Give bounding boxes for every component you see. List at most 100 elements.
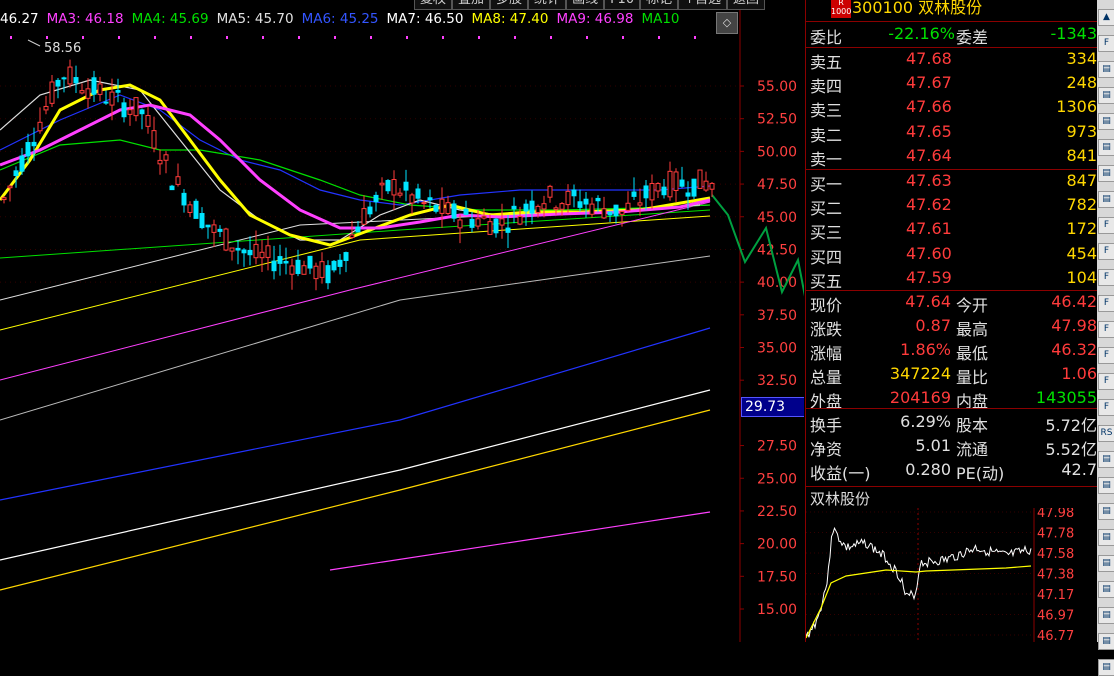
caret-up-icon[interactable]: ▲ [1098,9,1114,26]
chart-icon[interactable]: ▤ [1098,659,1114,676]
candle-body [265,245,271,258]
f-icon[interactable]: F [1098,321,1114,338]
chart-toolbar-button[interactable]: F10 [604,0,641,10]
sell-row[interactable]: 卖一 47.64 841 [806,145,1101,169]
mini-axis-label: 46.97 [1037,609,1074,624]
sell-volume: 841 [1066,145,1097,165]
f-icon[interactable]: F [1098,295,1114,312]
f-icon[interactable]: F [1098,399,1114,416]
ma-line-thick [0,83,711,247]
sell-row[interactable]: 卖四 47.67 248 [806,73,1101,96]
buy-volume: 172 [1066,219,1097,239]
kline-canvas[interactable]: 55.00 52.50 50.00 47.50 45.00 42.50 40.00 37.50… [0,0,804,642]
sell-row[interactable]: 卖二 47.65 973 [806,122,1101,145]
diamond-icon[interactable]: ◇ [716,12,738,34]
candle-body [445,202,451,214]
price-axis-label: 27.50 [757,439,797,455]
candle-body [181,192,187,206]
kline-chart[interactable]: 55.00 52.50 50.00 47.50 45.00 42.50 40.00 37.50… [0,0,804,642]
sell-price: 47.67 [906,73,952,93]
buy-price: 47.61 [906,219,952,239]
buy-price: 47.60 [906,243,952,263]
sell-price: 47.66 [906,97,952,117]
f-icon[interactable]: F [1098,269,1114,286]
ma-line-long [329,511,711,571]
buy-label: 买一 [810,175,843,194]
chart-icon[interactable]: ▤ [1098,113,1114,130]
f-icon[interactable]: F [1098,217,1114,234]
ma-legend: 46.27 MA3: 46.18 MA4: 45.69 MA5: 45.70 MA6: … [0,11,740,29]
candle-body [73,77,79,84]
mini-axis-label: 47.78 [1037,527,1074,542]
candle-body [703,180,709,191]
candle-body [379,182,385,186]
candle-body [691,178,697,197]
chart-icon[interactable]: ▤ [1098,191,1114,208]
chart-icon[interactable]: ▤ [1098,555,1114,572]
ma-legend-item: MA10 [641,11,680,27]
buy-row[interactable]: 买一 47.63 847 [806,171,1101,194]
chart-icon[interactable]: ▤ [1098,529,1114,546]
chart-toolbar-button[interactable]: 返回 [727,0,766,10]
candle-body [253,243,259,259]
f-icon[interactable]: F [1098,347,1114,364]
chart-icon[interactable]: ▤ [1098,139,1114,156]
f-icon[interactable]: F [1098,243,1114,260]
candle-body [397,192,403,196]
candle-body [409,194,415,204]
candle-body [325,265,331,284]
sell-row[interactable]: 卖三 47.66 1306 [806,97,1101,120]
buy-row[interactable]: 买五 47.59 104 [806,268,1101,291]
chart-icon[interactable]: ▤ [1098,87,1114,104]
buy-row[interactable]: 买三 47.61 172 [806,219,1101,242]
intraday-chart[interactable]: 47.98 47.78 47.58 47.38 47.17 46.97 46.77 [806,508,1101,642]
stock-header[interactable]: R 1000 300100 双林股份 [806,0,1101,20]
rs-icon[interactable]: RS [1098,425,1114,442]
buy-row[interactable]: 买四 47.60 454 [806,243,1101,267]
candle-body [415,188,421,199]
ma-line [0,94,711,206]
f-icon[interactable]: F [1098,35,1114,52]
chart-icon[interactable]: ▤ [1098,477,1114,494]
quote-row: 现价 47.64 今开 46.42 [806,292,1101,315]
candle-body [331,260,337,271]
chart-icon[interactable]: ▤ [1098,503,1114,520]
quote-row: 涨幅 1.86% 最低 46.32 [806,340,1101,363]
price-axis-label: 47.50 [757,177,797,193]
quote-label: 今开 [956,296,989,315]
chart-toolbar-button[interactable]: 复权 [414,0,453,10]
chart-toolbar-button[interactable]: 统计 [528,0,567,10]
buy-row[interactable]: 买二 47.62 782 [806,195,1101,218]
chart-toolbar-button[interactable]: 多股 [490,0,529,10]
candle-body [13,170,19,176]
fundamental-label: 股本 [956,416,989,435]
candle-body [307,255,313,269]
chart-icon[interactable]: ▤ [1098,165,1114,182]
chart-icon[interactable]: ▤ [1098,581,1114,598]
sell-volume: 248 [1066,73,1097,93]
candle-body [517,215,523,225]
chart-toolbar: 复权叠加多股统计画线F10标记+自选返回 [414,0,766,10]
quote-label: 现价 [810,296,843,315]
candle-body [163,154,169,161]
candle-body [541,203,547,210]
chart-icon[interactable]: ▤ [1098,607,1114,624]
candle-body [577,201,583,208]
candle-body [217,228,223,232]
chart-toolbar-button[interactable]: 叠加 [452,0,491,10]
price-axis-label: 15.00 [757,602,797,618]
candle-body [469,218,475,228]
fundamental-row: 收益(一) 0.280 PE(动) 42.7 [806,460,1101,483]
candle-body [595,197,601,202]
candle-body [427,197,433,201]
candle-body [685,192,691,197]
f-icon[interactable]: F [1098,373,1114,390]
candle-body [529,200,535,214]
chart-toolbar-button[interactable]: 画线 [566,0,605,10]
quote-row: 总量 347224 量比 1.06 [806,364,1101,387]
chart-toolbar-button[interactable]: 标记 [640,0,679,10]
chart-toolbar-button[interactable]: +自选 [678,0,728,10]
chart-icon[interactable]: ▤ [1098,451,1114,468]
chart-icon[interactable]: ▤ [1098,61,1114,78]
sell-row[interactable]: 卖五 47.68 334 [806,49,1101,72]
